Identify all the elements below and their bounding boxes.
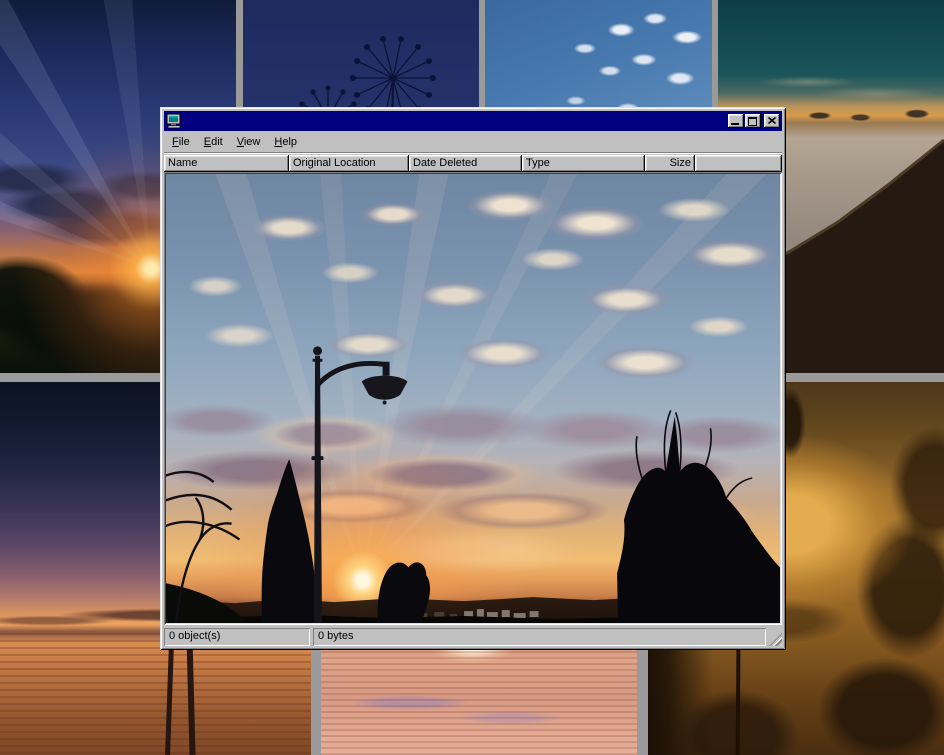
minimize-button[interactable] bbox=[728, 114, 744, 128]
menu-help[interactable]: Help bbox=[267, 133, 304, 151]
status-bar: 0 object(s) 0 bytes bbox=[164, 628, 782, 646]
close-icon bbox=[768, 117, 776, 124]
menu-file[interactable]: File bbox=[165, 133, 197, 151]
column-header-type[interactable]: Type bbox=[522, 155, 645, 172]
status-byte-count: 0 bytes bbox=[313, 628, 766, 646]
menu-bar: File Edit View Help bbox=[164, 131, 782, 153]
column-header-name[interactable]: Name bbox=[164, 155, 289, 172]
close-button[interactable] bbox=[764, 114, 780, 128]
photo-silhouettes bbox=[166, 174, 780, 623]
resize-grip[interactable] bbox=[769, 633, 782, 646]
column-header-row: Name Original Location Date Deleted Type… bbox=[164, 155, 782, 172]
menu-view[interactable]: View bbox=[230, 133, 268, 151]
list-view-area[interactable] bbox=[164, 172, 782, 625]
menu-edit[interactable]: Edit bbox=[197, 133, 230, 151]
recycle-bin-window: File Edit View Help Name Original Locati… bbox=[160, 107, 786, 650]
maximize-button[interactable] bbox=[745, 114, 761, 128]
column-header-date-deleted[interactable]: Date Deleted bbox=[409, 155, 522, 172]
computer-icon bbox=[166, 113, 182, 129]
status-object-count: 0 object(s) bbox=[164, 628, 310, 646]
desktop: { "desktop": { "gutter_color": "#9a9a9a"… bbox=[0, 0, 944, 755]
column-header-original-location[interactable]: Original Location bbox=[289, 155, 409, 172]
sunset-photo bbox=[166, 174, 780, 623]
column-header-size[interactable]: Size bbox=[645, 155, 695, 172]
bush-silhouette bbox=[377, 562, 430, 623]
cypress-tree-left bbox=[262, 459, 317, 623]
column-header-blank bbox=[695, 155, 782, 172]
title-bar[interactable] bbox=[164, 111, 782, 131]
right-tree-mass bbox=[617, 416, 780, 623]
